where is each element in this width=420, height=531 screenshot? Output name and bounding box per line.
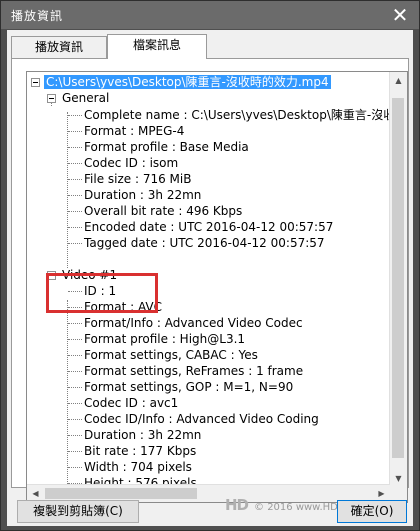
tree-leaf[interactable]: File size : 716 MiB — [84, 171, 191, 187]
tree-leaf[interactable]: Tagged date : UTC 2016-04-12 00:57:57 — [84, 235, 325, 251]
tree-connector — [68, 147, 82, 148]
tree-connector — [68, 243, 82, 244]
tree-leaf[interactable]: Format settings, CABAC : Yes — [84, 347, 258, 363]
tree-leaf[interactable]: Format settings, ReFrames : 1 frame — [84, 363, 303, 379]
tree-leaf[interactable]: Format profile : High@L3.1 — [84, 331, 245, 347]
tree-leaf[interactable]: Codec ID/Info : Advanced Video Coding — [84, 411, 319, 427]
tree-connector — [68, 227, 82, 228]
tree-connector — [68, 179, 82, 180]
tree-leaf[interactable]: Overall bit rate : 496 Kbps — [84, 203, 242, 219]
tree-connector — [68, 211, 82, 212]
tree-connector — [68, 339, 82, 340]
tree-connector — [68, 355, 82, 356]
tree-node-general[interactable]: General — [62, 90, 109, 106]
tree-connector — [68, 403, 82, 404]
tree-leaf[interactable]: Bit rate : 177 Kbps — [84, 443, 196, 459]
tree-connector — [68, 131, 82, 132]
title-bar: 播放資訊 ✕ — [1, 1, 419, 29]
tree-leaf[interactable]: Duration : 3h 22mn — [84, 187, 201, 203]
horizontal-scroll-thumb[interactable] — [45, 488, 197, 499]
tree-connector — [68, 371, 82, 372]
tree-leaf[interactable]: Format/Info : Advanced Video Codec — [84, 315, 303, 331]
tree-leaf[interactable]: Codec ID : avc1 — [84, 395, 178, 411]
tree-leaf[interactable]: Format : MPEG-4 — [84, 123, 184, 139]
annotation-highlight-box — [46, 273, 158, 313]
tree-connector — [68, 323, 82, 324]
media-info-dialog: 播放資訊 ✕ 播放資訊 檔案訊息 C:\Users\yves\Desktop\陳… — [0, 0, 420, 531]
tree-leaf[interactable]: Encoded date : UTC 2016-04-12 00:57:57 — [84, 219, 333, 235]
tree-connector — [68, 195, 82, 196]
tab-panel: C:\Users\yves\Desktop\陳重言-沒收時的效力.mp4 Gen… — [11, 58, 409, 503]
window-title: 播放資訊 — [11, 9, 64, 23]
tree-connector — [67, 300, 68, 490]
tree-connector — [67, 112, 68, 268]
dialog-body: 播放資訊 檔案訊息 C:\Users\yves\Desktop\陳重言-沒收時的… — [7, 30, 413, 526]
collapse-root-icon[interactable] — [31, 78, 40, 87]
tree-connector — [68, 435, 82, 436]
tree-leaf[interactable]: Width : 704 pixels — [84, 459, 192, 475]
tree-connector — [68, 451, 82, 452]
close-icon[interactable]: ✕ — [381, 1, 419, 29]
tree-connector — [68, 387, 82, 388]
tree-leaf[interactable]: Duration : 3h 22mn — [84, 427, 201, 443]
collapse-general-icon[interactable] — [47, 94, 56, 103]
tree-root-item[interactable]: C:\Users\yves\Desktop\陳重言-沒收時的效力.mp4 — [44, 74, 331, 90]
tree-connector — [68, 115, 82, 116]
tree-leaf[interactable]: Format profile : Base Media — [84, 139, 249, 155]
vertical-scroll-thumb[interactable] — [392, 98, 404, 458]
ok-button[interactable]: 確定(O) — [337, 500, 407, 523]
tree-connector — [68, 163, 82, 164]
tab-playback-info[interactable]: 播放資訊 — [11, 36, 107, 58]
tree-leaf[interactable]: Complete name : C:\Users\yves\Desktop\陳重… — [84, 107, 407, 123]
tab-file-info[interactable]: 檔案訊息 — [107, 34, 207, 59]
tree-leaf[interactable]: Codec ID : isom — [84, 155, 178, 171]
watermark-logo: HD — [225, 496, 249, 514]
tree-leaf[interactable]: Format settings, GOP : M=1, N=90 — [84, 379, 293, 395]
tree-root-label: C:\Users\yves\Desktop\陳重言-沒收時的效力.mp4 — [44, 75, 331, 89]
tree-connector — [68, 419, 82, 420]
vertical-scrollbar[interactable]: ▲ ▼ — [389, 72, 407, 487]
copy-to-clipboard-button[interactable]: 複製到剪貼簿(C) — [17, 500, 139, 523]
scroll-up-icon[interactable]: ▲ — [390, 72, 407, 89]
tree-connector — [68, 467, 82, 468]
